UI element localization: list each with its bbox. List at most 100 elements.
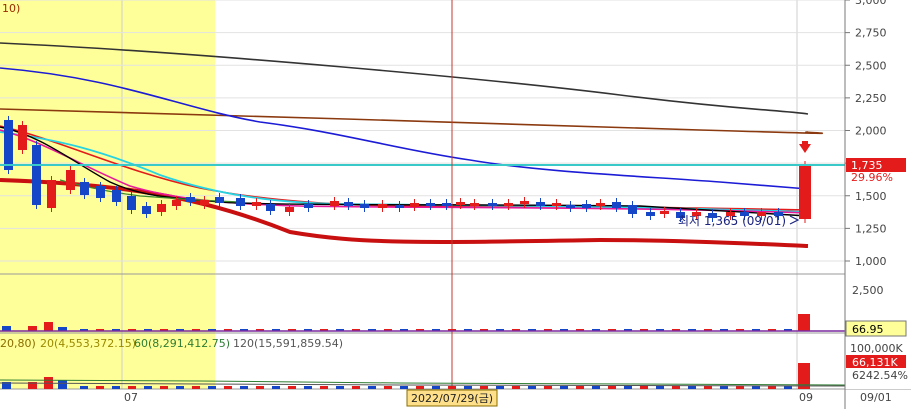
candle	[566, 205, 575, 208]
candle	[646, 212, 655, 216]
candle	[186, 197, 195, 202]
price-tick-label: 1,250	[855, 222, 887, 235]
volume-bar	[576, 386, 584, 389]
volume-bar	[688, 386, 696, 389]
volume-bar	[768, 386, 776, 389]
volume2-value: 66,131K	[852, 356, 898, 369]
legend-item-20: 20(4,553,372.15)	[40, 337, 136, 350]
volume-legend: 20,80) 20(4,553,372.15) 60(8,291,412.75)…	[0, 337, 343, 350]
volume-bar	[752, 386, 760, 389]
volume-bar	[480, 386, 488, 389]
ma-legend-fragment: 10)	[2, 2, 20, 15]
candle	[112, 190, 121, 202]
volume-bar	[798, 314, 810, 331]
volume-bar	[256, 386, 264, 389]
low-annotation: 최저 1,365 (09/01)	[678, 214, 786, 228]
volume-bar	[368, 386, 376, 389]
x-label-07: 07	[124, 391, 138, 404]
volume-bar	[352, 386, 360, 389]
volume-bar	[224, 386, 232, 389]
candle	[378, 204, 387, 208]
volume-bar	[44, 322, 53, 331]
volume1-value: 66.95	[852, 323, 884, 336]
candle	[127, 196, 136, 210]
change-label: 29.96%	[851, 171, 893, 184]
volume-bar	[720, 386, 728, 389]
volume-bar	[160, 386, 168, 389]
volume-bar	[528, 386, 536, 389]
candle	[252, 202, 261, 206]
candle	[285, 207, 294, 212]
volume-bar	[144, 386, 152, 389]
volume-bar	[416, 386, 424, 389]
volume2-pct: 6242.54%	[852, 369, 908, 382]
candle	[142, 206, 151, 214]
volume-bar	[320, 386, 328, 389]
stock-chart[interactable]: 최저 1,365 (09/01) 10) 20,80) 20(4,553,372…	[0, 0, 911, 409]
candle	[80, 182, 89, 195]
candle	[4, 120, 13, 170]
candle	[470, 203, 479, 206]
volume-bar	[176, 386, 184, 389]
candle	[596, 203, 605, 206]
candle	[47, 180, 56, 208]
candle	[582, 204, 591, 208]
candle	[172, 200, 181, 206]
price-tick-label: 1,500	[855, 190, 887, 203]
volume1-axis-label: 2,500	[852, 284, 884, 297]
volume-bar	[304, 386, 312, 389]
candle	[536, 202, 545, 206]
volume-bar	[192, 386, 200, 389]
price-tick-label: 2,250	[855, 92, 887, 105]
candle	[157, 204, 166, 212]
volume-bar	[656, 386, 664, 389]
candle	[32, 145, 41, 205]
volume-bar	[464, 386, 472, 389]
candle	[660, 211, 669, 214]
volume-bar	[400, 386, 408, 389]
candle	[96, 186, 105, 198]
volume-bar	[512, 386, 520, 389]
candle	[799, 165, 811, 219]
candle	[360, 204, 369, 208]
price-tick-label: 2,500	[855, 59, 887, 72]
volume-bar	[58, 380, 67, 389]
price-tick-label: 1,000	[855, 255, 887, 268]
candle	[410, 203, 419, 207]
volume-bar	[608, 386, 616, 389]
volume-bar	[624, 386, 632, 389]
crosshair-date: 2022/07/29(금)	[411, 392, 493, 405]
volume-bar	[272, 386, 280, 389]
volume-bar	[112, 386, 120, 389]
candle	[215, 197, 224, 203]
volume-bar	[96, 386, 104, 389]
candle	[504, 203, 513, 206]
volume-bar	[640, 386, 648, 389]
volume-bar	[736, 386, 744, 389]
candle	[236, 198, 245, 206]
candle	[304, 204, 313, 208]
candle	[330, 201, 339, 206]
price-tick-label: 3,000	[855, 0, 887, 7]
stock-chart-window: 최저 1,365 (09/01) 10) 20,80) 20(4,553,372…	[0, 0, 911, 409]
price-tick-label: 2,000	[855, 125, 887, 138]
volume-bar	[336, 386, 344, 389]
price-tick-label: 2,750	[855, 27, 887, 40]
volume-bar	[384, 386, 392, 389]
volume-bar	[128, 386, 136, 389]
candle	[395, 205, 404, 208]
candle	[344, 202, 353, 206]
volume-bar	[208, 386, 216, 389]
x-label-0901: 09/01	[860, 391, 892, 404]
volume-bar	[496, 386, 504, 389]
volume-bar	[432, 386, 440, 389]
candle	[442, 203, 451, 206]
candle	[520, 201, 529, 204]
candle	[552, 203, 561, 206]
volume-bar	[448, 386, 456, 389]
legend-item-120: 120(15,591,859.54)	[233, 337, 343, 350]
candle	[426, 203, 435, 206]
candle	[66, 170, 75, 190]
candle	[266, 204, 275, 211]
candle	[488, 203, 497, 206]
